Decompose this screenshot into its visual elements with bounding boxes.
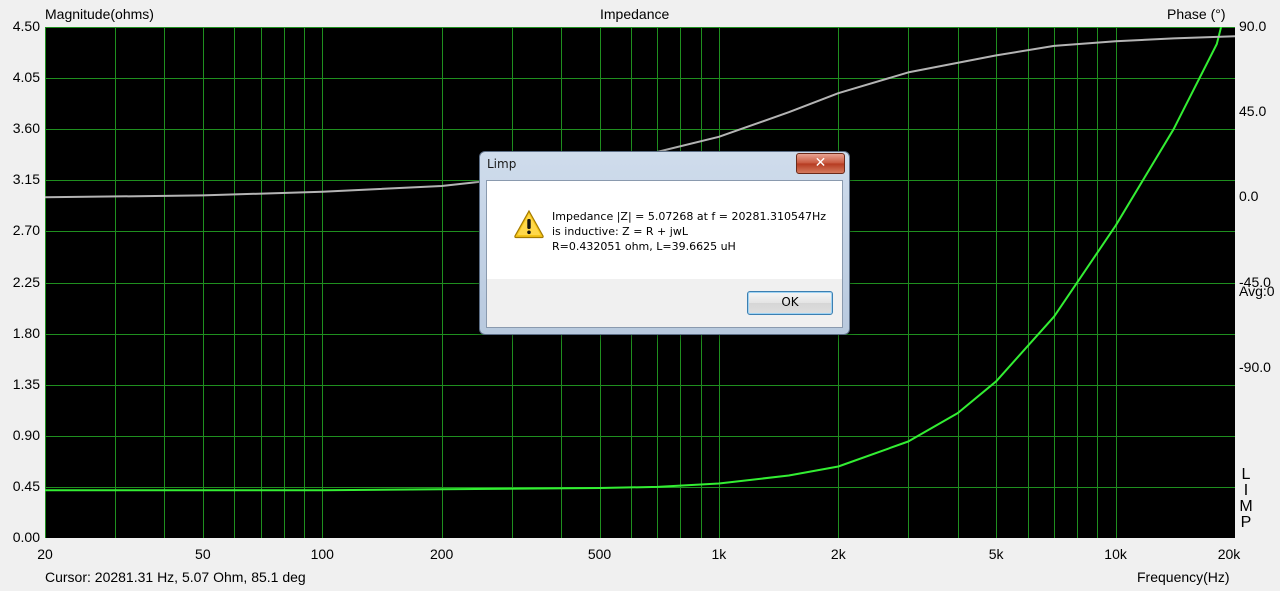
frequency-tick-label: 500 <box>587 546 612 562</box>
magnitude-tick-label: 2.25 <box>12 273 40 290</box>
magnitude-tick-label: 1.80 <box>12 324 40 341</box>
frequency-tick-label: 20k <box>1217 546 1241 562</box>
magnitude-tick-label: 0.45 <box>12 477 40 494</box>
frequency-tick-label: 20 <box>37 546 53 562</box>
frequency-tick-label: 5k <box>988 546 1004 562</box>
brand-letter: M <box>1239 498 1253 515</box>
magnitude-tick-label: 3.60 <box>12 120 40 137</box>
cursor-readout: Cursor: 20281.31 Hz, 5.07 Ohm, 85.1 deg <box>45 569 306 585</box>
chart-title: Impedance <box>600 6 670 22</box>
ok-button[interactable]: OK <box>747 291 833 315</box>
magnitude-tick-label: 4.50 <box>12 18 40 34</box>
phase-axis-title: Phase (°) <box>1167 6 1226 22</box>
brand-letter: P <box>1240 514 1252 531</box>
message-dialog: Limp ✕ Impedance |Z| = 5.07268 at f = 20… <box>479 151 850 335</box>
brand-letter: I <box>1243 482 1249 499</box>
frequency-tick-label: 50 <box>195 546 211 562</box>
magnitude-tick-label: 2.70 <box>12 222 40 239</box>
frequency-tick-label: 1k <box>711 546 727 562</box>
frequency-axis-title: Frequency(Hz) <box>1137 569 1230 585</box>
phase-tick-label: 90.0 <box>1239 18 1267 34</box>
frequency-tick-label: 200 <box>429 546 454 562</box>
close-button[interactable]: ✕ <box>796 153 845 174</box>
frequency-tick-label: 10k <box>1104 546 1127 562</box>
brand-letter: L <box>1241 466 1251 483</box>
phase-tick-label: -90.0 <box>1239 358 1271 375</box>
dialog-title: Limp <box>487 157 517 171</box>
magnitude-tick-label: 0.00 <box>12 529 40 545</box>
warning-icon <box>514 209 544 239</box>
dialog-message-line: Impedance |Z| = 5.07268 at f = 20281.310… <box>552 210 827 223</box>
dialog-message-line: is inductive: Z = R + jwL <box>552 225 688 238</box>
average-label: Avg:0 <box>1239 283 1275 299</box>
phase-tick-label: 45.0 <box>1239 103 1267 120</box>
phase-tick-label: 0.0 <box>1239 188 1259 205</box>
frequency-tick-label: 2k <box>830 546 846 562</box>
magnitude-axis-title: Magnitude(ohms) <box>45 6 154 22</box>
magnitude-tick-label: 3.15 <box>12 171 40 188</box>
frequency-tick-label: 100 <box>310 546 334 562</box>
dialog-body: Impedance |Z| = 5.07268 at f = 20281.310… <box>486 180 843 280</box>
magnitude-tick-label: 0.90 <box>12 426 40 443</box>
magnitude-tick-label: 4.05 <box>12 69 40 86</box>
dialog-footer: OK <box>486 279 843 328</box>
magnitude-tick-label: 1.35 <box>12 375 40 392</box>
dialog-message-line: R=0.432051 ohm, L=39.6625 uH <box>552 240 736 253</box>
